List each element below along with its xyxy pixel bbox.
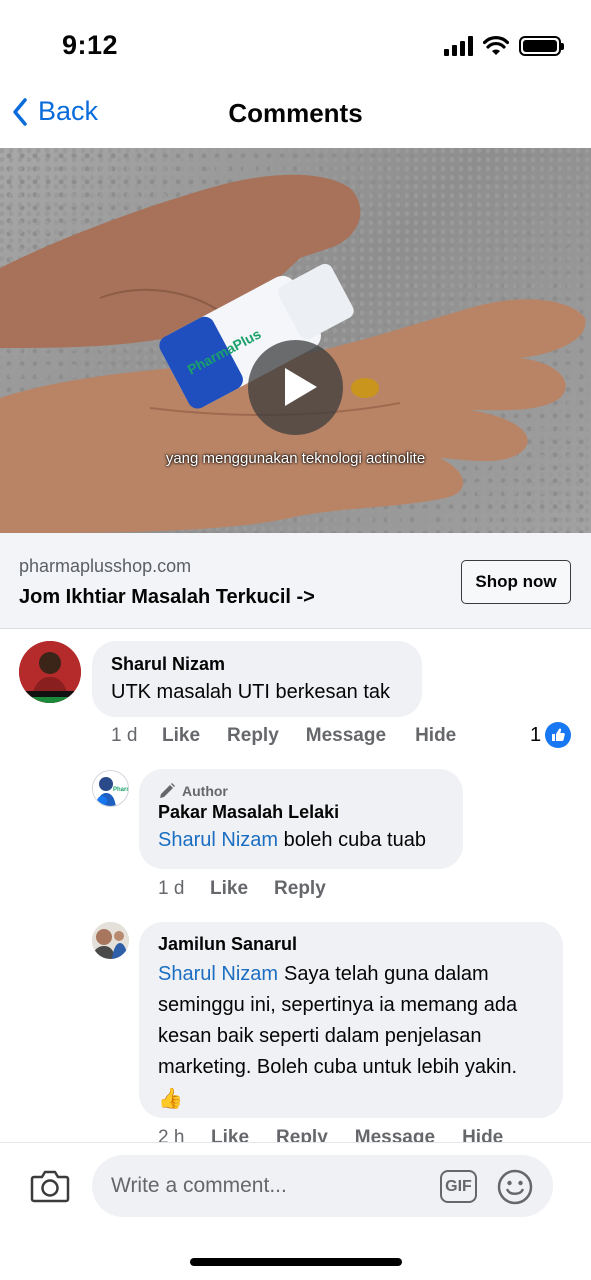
mention-link[interactable]: Sharul Nizam [158,963,278,985]
svg-text:Pharma: Pharma [113,787,129,793]
message-button[interactable]: Message [355,1127,435,1142]
comment-actions: 1 d Like Reply [158,878,326,900]
shop-now-button[interactable]: Shop now [461,560,571,604]
wifi-icon [483,36,509,55]
status-icons [444,36,564,56]
hide-button[interactable]: Hide [462,1127,503,1142]
author-badge-label: Author [182,783,228,799]
avatar-image [19,641,81,703]
avatar-image: Pharma [93,771,129,806]
author-badge: Author [158,782,444,800]
like-button[interactable]: Like [162,725,200,747]
comment-body-line: kesan baik seperti dalam penjelasan [158,1025,482,1047]
like-button[interactable]: Like [210,878,248,900]
avatar[interactable]: Pharma [92,770,129,807]
comment-bubble[interactable]: Sharul Nizam UTK masalah UTI berkesan ta… [92,641,422,717]
home-indicator [190,1258,402,1266]
comment-actions: 2 h Like Reply Message Hide [158,1127,503,1142]
reply-button[interactable]: Reply [227,725,279,747]
comment-text: UTK masalah UTI berkesan tak [111,681,390,703]
comment-text: Sharul Nizam boleh cuba tuab [158,825,444,856]
comment-time: 1 d [111,725,138,746]
nav-bar: Back Comments [0,90,591,148]
avatar-image [92,922,129,959]
message-button[interactable]: Message [306,725,386,747]
comment-time: 1 d [158,878,185,899]
comment-time: 2 h [158,1127,185,1142]
comment-author[interactable]: Jamilun Sanarul [158,934,544,955]
play-button[interactable] [248,340,343,435]
pencil-icon [160,783,175,798]
cellular-signal-icon [444,36,473,56]
comment-input[interactable] [92,1155,553,1217]
mention-link[interactable]: Sharul Nizam [158,829,278,851]
comment-body-line: Saya telah guna dalam [284,963,489,985]
comment-body-line: seminggu ini, sepertinya ia memang ada [158,994,518,1016]
reaction-summary[interactable]: 1 [530,722,572,748]
status-time: 9:12 [62,30,119,60]
status-bar: 9:12 [0,0,591,90]
camera-icon[interactable] [30,1169,70,1203]
video-subtitle: yang menggunakan teknologi actinolite [165,450,426,467]
battery-icon [519,36,564,56]
comment-body-line: marketing. Boleh cuba untuk lebih yakin. [158,1056,518,1078]
hide-button[interactable]: Hide [415,725,456,747]
ad-headline: Jom Ikhtiar Masalah Terkucil -> [19,586,315,608]
reply-button[interactable]: Reply [274,878,326,900]
like-icon [545,722,572,748]
ad-link-card[interactable]: pharmaplusshop.com Jom Ikhtiar Masalah T… [0,533,591,629]
like-button[interactable]: Like [211,1127,249,1142]
avatar[interactable] [19,641,81,703]
reply-button[interactable]: Reply [276,1127,328,1142]
thumbs-up-emoji: 👍 [158,1086,183,1110]
comment-bubble[interactable]: Author Pakar Masalah Lelaki Sharul Nizam… [139,769,463,869]
ad-video[interactable]: PharmaPlus yang menggunakan teknologi ac… [0,148,591,533]
ad-domain: pharmaplusshop.com [19,556,192,576]
page-title: Comments [228,98,363,128]
reaction-count: 1 [530,723,542,746]
comment-body: boleh cuba tuab [283,829,426,851]
avatar[interactable] [92,922,129,959]
gif-button[interactable]: GIF [440,1170,477,1203]
comment-author[interactable]: Pakar Masalah Lelaki [158,802,444,823]
emoji-icon[interactable] [497,1169,533,1205]
comment-actions: 1 d Like Reply Message Hide [111,725,456,747]
comment-text: Sharul Nizam Saya telah guna dalam [158,959,544,990]
comment-bubble[interactable]: Jamilun Sanarul Sharul Nizam Saya telah g… [139,922,563,1118]
comment-author[interactable]: Sharul Nizam [111,654,403,675]
